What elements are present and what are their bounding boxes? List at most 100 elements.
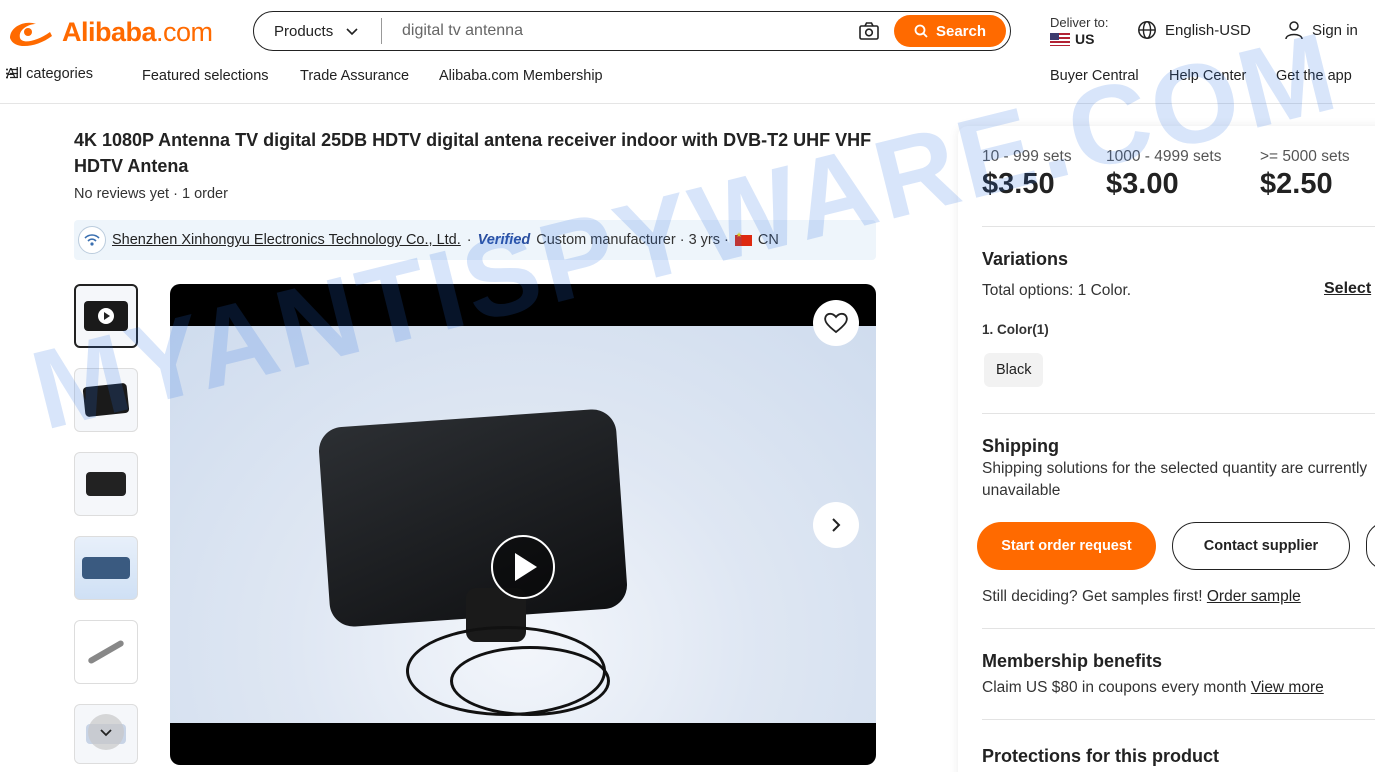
thumbnail-scroll-down-button[interactable]	[88, 714, 124, 750]
contact-supplier-button[interactable]: Contact supplier	[1172, 522, 1350, 570]
nav-get-app[interactable]: Get the app	[1276, 68, 1352, 84]
nav-trade-assurance[interactable]: Trade Assurance	[300, 68, 409, 84]
price-tier: 1000 - 4999 sets $3.00	[1106, 148, 1260, 201]
samples-line: Still deciding? Get samples first! Order…	[982, 586, 1301, 608]
language-label: English-USD	[1165, 21, 1251, 39]
thumbnail-image[interactable]	[74, 452, 138, 516]
us-flag-icon	[1050, 32, 1070, 46]
language-selector[interactable]: English-USD	[1137, 20, 1251, 40]
chevron-down-icon	[346, 28, 358, 36]
globe-icon	[1138, 21, 1156, 39]
divider	[982, 719, 1375, 720]
variations-total-value: 1 Color.	[1077, 282, 1132, 299]
deliver-label: Deliver to:	[1050, 15, 1109, 30]
media-viewer	[170, 284, 876, 765]
product-title: 4K 1080P Antenna TV digital 25DB HDTV di…	[74, 130, 872, 176]
next-media-button[interactable]	[813, 502, 859, 548]
supplier-bar: Shenzhen Xinhongyu Electronics Technolog…	[74, 220, 876, 260]
thumbnail-video[interactable]	[74, 284, 138, 348]
color-label: 1. Color(1)	[982, 322, 1049, 337]
nav-featured-selections[interactable]: Featured selections	[142, 68, 269, 84]
search-button[interactable]: Search	[894, 15, 1006, 47]
deliver-country: US	[1075, 31, 1095, 47]
antenna-thumbnail-image	[86, 472, 126, 496]
tier-price: $3.50	[982, 168, 1055, 200]
thumbnail-strip	[74, 284, 138, 764]
price-tier: 10 - 999 sets $3.50	[982, 148, 1106, 201]
shipping-text: Shipping solutions for the selected quan…	[982, 460, 1368, 499]
cable-thumbnail-image	[87, 639, 125, 665]
logo-suffix: .com	[156, 16, 213, 47]
wifi-antenna-icon	[84, 234, 100, 246]
shipping-title: Shipping	[982, 436, 1059, 456]
chevron-down-icon	[100, 729, 112, 737]
search-category-label: Products	[274, 22, 334, 40]
divider	[982, 628, 1375, 629]
protections-title: Protections for this product	[982, 746, 1220, 766]
tier-price: $3.00	[1106, 168, 1179, 200]
chat-button[interactable]	[1366, 522, 1375, 570]
chevron-right-icon	[832, 518, 841, 532]
search-category-select[interactable]: Products	[254, 18, 382, 44]
membership-text: Claim US $80 in coupons every month	[982, 679, 1247, 696]
cable-image	[450, 646, 610, 716]
tier-quantity: 10 - 999 sets	[982, 148, 1072, 165]
variations-total: Total options: 1 Color.	[982, 280, 1131, 302]
supplier-country: CN	[757, 232, 779, 248]
tier-price: $2.50	[1260, 168, 1333, 200]
antenna-thumbnail-image	[82, 382, 130, 418]
infographic-thumbnail-image	[82, 557, 130, 579]
search-bar: Products Search	[253, 11, 1011, 51]
user-icon	[1285, 21, 1303, 40]
supplier-name-link[interactable]: Shenzhen Xinhongyu Electronics Technolog…	[112, 232, 461, 248]
divider	[982, 226, 1375, 227]
deliver-to-selector[interactable]: Deliver to: US	[1050, 15, 1109, 47]
nav-membership[interactable]: Alibaba.com Membership	[439, 68, 603, 84]
play-icon	[98, 308, 114, 324]
start-order-button[interactable]: Start order request	[977, 522, 1156, 570]
alibaba-logo-icon	[10, 22, 52, 47]
all-categories-label: All categories	[6, 65, 94, 82]
tier-quantity: >= 5000 sets	[1260, 148, 1350, 165]
nav-buyer-central[interactable]: Buyer Central	[1050, 68, 1139, 84]
image-search-button[interactable]	[856, 18, 882, 44]
play-video-button[interactable]	[491, 535, 555, 599]
tier-quantity: 1000 - 4999 sets	[1106, 148, 1222, 165]
thumbnail-image[interactable]	[74, 368, 138, 432]
variations-total-label: Total options:	[982, 282, 1078, 299]
supplier-separator: ·	[466, 232, 472, 248]
sign-in-label: Sign in	[1312, 21, 1358, 39]
verified-badge[interactable]: Verified	[478, 232, 531, 248]
order-sample-link[interactable]: Order sample	[1207, 588, 1301, 605]
select-variations-link[interactable]: Select	[1324, 280, 1371, 298]
supplier-logo[interactable]	[78, 226, 106, 254]
variations-title: Variations	[982, 249, 1069, 269]
search-button-label: Search	[935, 22, 987, 40]
price-tier: >= 5000 sets $2.50	[1260, 148, 1375, 201]
sub-navigation: All categories Featured selections Trade…	[0, 66, 1375, 88]
site-header: Alibaba.com Products Search Deliver to: …	[0, 0, 1375, 104]
search-icon	[914, 24, 928, 38]
price-tiers: 10 - 999 sets $3.50 1000 - 4999 sets $3.…	[982, 148, 1375, 201]
thumbnail-image[interactable]	[74, 620, 138, 684]
china-flag-icon	[734, 231, 752, 246]
thumbnail-image[interactable]	[74, 536, 138, 600]
view-more-link[interactable]: View more	[1251, 679, 1324, 696]
divider	[982, 413, 1375, 414]
supplier-type: Custom manufacturer · 3 yrs ·	[536, 232, 729, 248]
color-option-chip[interactable]: Black	[984, 353, 1044, 387]
product-reviews: No reviews yet · 1 order	[74, 186, 228, 202]
nav-help-center[interactable]: Help Center	[1169, 68, 1246, 84]
membership-line: Claim US $80 in coupons every month View…	[982, 677, 1324, 699]
add-to-favorites-button[interactable]	[813, 300, 859, 346]
all-categories-menu[interactable]: All categories	[6, 66, 93, 82]
purchase-panel: 10 - 999 sets $3.50 1000 - 4999 sets $3.…	[958, 126, 1375, 772]
product-video[interactable]	[170, 326, 876, 723]
alibaba-logo[interactable]: Alibaba.com	[6, 14, 213, 50]
camera-icon	[859, 22, 879, 40]
membership-title: Membership benefits	[982, 651, 1163, 671]
search-input[interactable]	[382, 16, 856, 46]
logo-text: Alibaba	[62, 16, 157, 47]
sign-in-link[interactable]: Sign in	[1284, 20, 1358, 40]
samples-text: Still deciding? Get samples first!	[982, 588, 1203, 605]
